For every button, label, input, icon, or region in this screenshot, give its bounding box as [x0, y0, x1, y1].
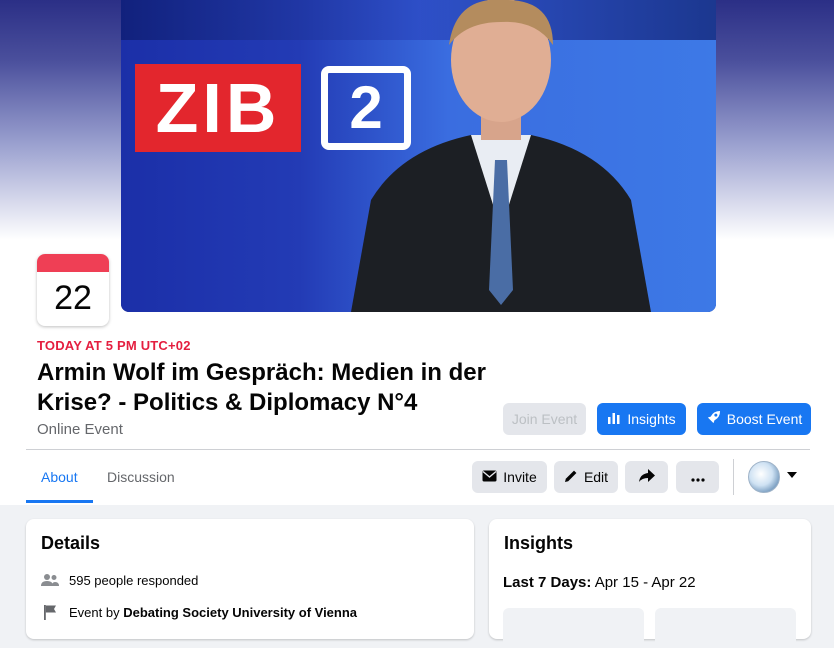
insights-metric-tile[interactable]	[655, 608, 796, 648]
flag-icon	[41, 603, 59, 621]
insights-range-value: Apr 15 - Apr 22	[591, 574, 696, 591]
event-by-row: Event by Debating Society University of …	[41, 603, 357, 621]
date-badge-day: 22	[54, 279, 92, 317]
page-avatar[interactable]	[748, 461, 780, 493]
insights-range-label: Last 7 Days:	[503, 574, 592, 591]
share-arrow-icon	[638, 468, 655, 486]
toolbar-separator	[733, 459, 734, 495]
join-event-label: Join Event	[511, 411, 578, 427]
boost-event-label: Boost Event	[726, 411, 803, 427]
tab-about-active-indicator	[26, 500, 93, 503]
join-event-button[interactable]: Join Event	[503, 403, 586, 435]
share-button[interactable]	[625, 461, 668, 493]
more-options-button[interactable]	[676, 461, 719, 493]
responded-row: 595 people responded	[41, 571, 198, 589]
event-by-text: Event by Debating Society University of …	[69, 605, 357, 620]
insights-button[interactable]: Insights	[597, 403, 686, 435]
tab-about[interactable]: About	[41, 469, 78, 485]
event-organizer-link[interactable]: Debating Society University of Vienna	[123, 605, 357, 620]
ellipsis-icon	[690, 469, 705, 485]
event-title: Armin Wolf im Gespräch: Medien in der Kr…	[37, 359, 486, 416]
header-divider	[26, 449, 810, 450]
cover-person-figure	[351, 0, 651, 312]
details-card: Details 595 people responded Event by De…	[26, 519, 474, 639]
cover-photo[interactable]: ZIB 2	[121, 0, 716, 312]
envelope-icon	[482, 469, 497, 485]
rocket-icon	[706, 410, 721, 428]
invite-button[interactable]: Invite	[472, 461, 547, 493]
event-by-prefix: Event by	[69, 604, 124, 620]
date-badge-header	[37, 254, 109, 272]
event-time: TODAY AT 5 PM UTC+02	[37, 338, 191, 353]
boost-event-button[interactable]: Boost Event	[697, 403, 811, 435]
event-location: Online Event	[37, 421, 123, 438]
edit-button[interactable]: Edit	[554, 461, 618, 493]
details-heading: Details	[41, 533, 101, 553]
insights-range: Last 7 Days: Apr 15 - Apr 22	[503, 574, 696, 591]
cover-logo-zib: ZIB	[135, 64, 301, 152]
responded-count: 595 people responded	[69, 572, 199, 588]
tab-discussion[interactable]: Discussion	[107, 469, 175, 485]
chevron-down-icon[interactable]	[787, 472, 797, 478]
edit-label: Edit	[583, 469, 609, 485]
insights-heading: Insights	[504, 533, 574, 553]
insights-card: Insights Last 7 Days: Apr 15 - Apr 22	[489, 519, 811, 648]
pencil-icon	[564, 469, 578, 486]
insights-metric-tile[interactable]	[503, 608, 644, 648]
insights-label: Insights	[627, 411, 676, 427]
people-icon	[41, 571, 59, 589]
event-date-badge: 22	[37, 254, 109, 326]
invite-label: Invite	[503, 469, 537, 485]
bar-chart-icon	[607, 411, 621, 428]
